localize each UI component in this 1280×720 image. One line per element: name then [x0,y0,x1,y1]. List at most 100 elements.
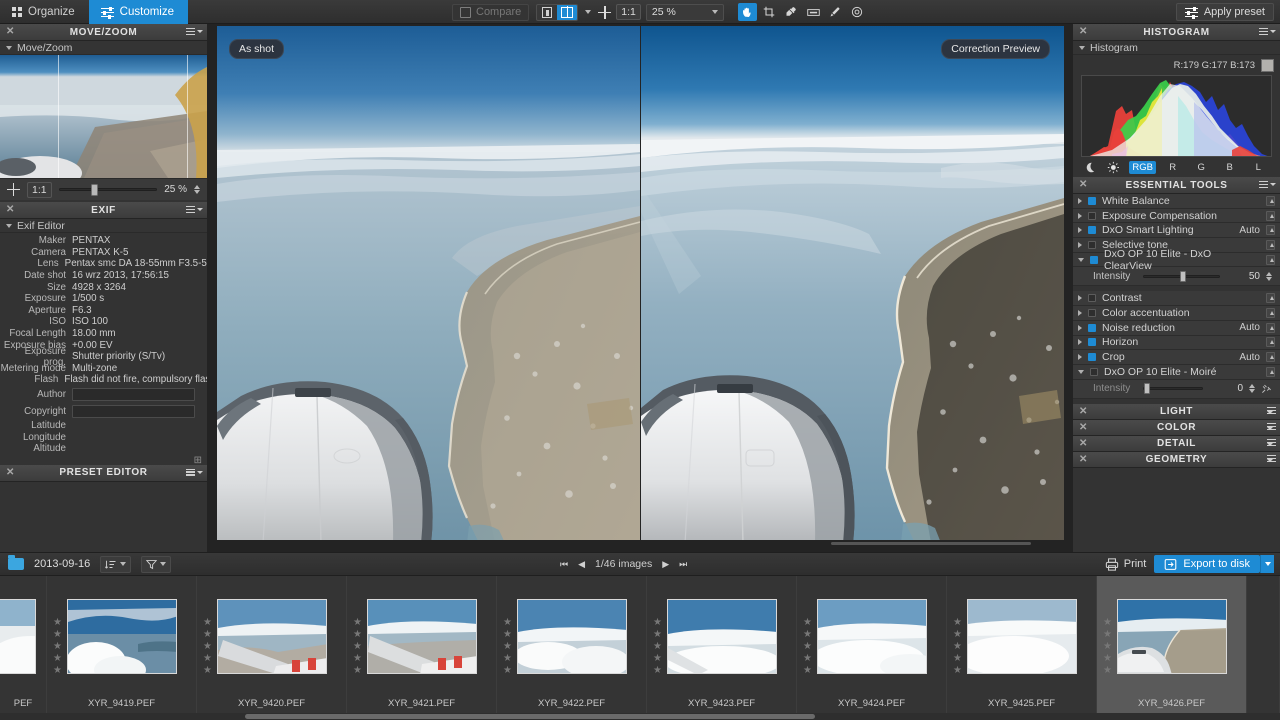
chevron-right-icon[interactable] [1078,227,1082,234]
move-icon[interactable] [7,183,20,196]
list-item[interactable]: ★ ★ ★ ★ ★ XYR_9422.PEF [497,576,647,713]
hand-tool[interactable] [737,3,757,21]
enable-checkbox[interactable] [1088,240,1096,249]
rating-stars[interactable]: ★ ★ ★ ★ ★ [803,618,812,676]
tool-row-white-balance[interactable]: White Balance [1073,194,1280,209]
hamburger-menu-icon[interactable] [186,468,203,476]
compare-button[interactable]: Compare [452,3,530,21]
list-item[interactable]: ★ ★ ★ ★ ★ XYR_9420.PEF [197,576,347,713]
zoom-level-select[interactable]: 25 % [645,3,724,21]
move-zoom-ratio[interactable]: 1:1 [27,181,52,198]
moon-icon[interactable] [1083,161,1096,174]
tool-row-color-accentuation[interactable]: Color accentuation [1073,306,1280,321]
reset-icon[interactable] [1266,254,1275,265]
chevron-right-icon[interactable] [1078,339,1082,346]
chevron-right-icon[interactable] [1078,324,1082,331]
slider-knob[interactable] [1180,270,1186,282]
enable-checkbox[interactable] [1088,323,1096,332]
enable-checkbox[interactable] [1088,211,1096,220]
rating-stars[interactable]: ★ ★ ★ ★ ★ [503,618,512,676]
chevron-right-icon[interactable] [1078,309,1082,316]
hamburger-menu-icon[interactable] [1267,454,1276,473]
histogram-channel-b[interactable]: B [1218,161,1242,174]
view-split-button[interactable] [557,4,578,20]
list-item[interactable]: ★ ★ ★ ★ ★ XYR_9421.PEF [347,576,497,713]
hamburger-menu-icon[interactable] [1259,181,1276,189]
image-viewer[interactable]: As shot Correction Preview [207,24,1073,552]
exif-author-input[interactable] [72,387,195,401]
reset-icon[interactable] [1266,307,1275,318]
histogram-channel-rgb[interactable]: RGB [1129,160,1156,174]
list-item[interactable]: ★ ★ ★ ★ ★ XYR_9426.PEF [1097,576,1247,713]
chevron-down-icon[interactable] [1078,257,1084,262]
reset-icon[interactable] [1266,352,1275,363]
prev-image-icon[interactable]: ◀ [578,559,585,570]
reset-icon[interactable] [1266,293,1275,304]
reset-icon[interactable] [1266,239,1275,250]
list-item[interactable]: ★ ★ ★ ★ ★ XYR_9423.PEF [647,576,797,713]
viewer-horizontal-scrollbar[interactable] [631,542,1073,546]
clearview-intensity-slider[interactable] [1143,270,1220,282]
move-zoom-stepper[interactable] [194,185,200,194]
tool-row-noise-reduction[interactable]: Noise reduction Auto [1073,320,1280,336]
move-zoom-slider[interactable] [58,184,158,196]
reset-icon[interactable] [1266,195,1275,206]
tool-row-crop[interactable]: Crop Auto [1073,350,1280,365]
reset-icon[interactable] [1266,337,1275,348]
enable-checkbox[interactable] [1090,255,1098,264]
chevron-right-icon[interactable] [1078,212,1082,219]
chevron-right-icon[interactable] [1078,295,1082,302]
hamburger-menu-icon[interactable] [186,206,203,214]
chevron-right-icon[interactable] [1078,354,1082,361]
move-zoom-crop-rect[interactable] [58,55,188,178]
export-to-disk-button[interactable]: Export to disk [1154,555,1260,573]
retouch-brush-tool[interactable] [826,3,845,21]
view-single-button[interactable] [537,5,557,20]
reset-icon[interactable] [1266,210,1275,221]
list-item[interactable]: ★ ★ ★ ★ ★ XYR_9425.PEF [947,576,1097,713]
close-icon[interactable]: ✕ [6,467,15,478]
mode-tab-customize[interactable]: Customize [88,0,188,24]
sun-icon[interactable] [1107,161,1120,174]
local-adjust-icon[interactable] [1261,383,1272,394]
rating-stars[interactable]: ★ ★ ★ ★ ★ [53,618,62,676]
enable-checkbox[interactable] [1088,353,1096,362]
reset-icon[interactable] [1266,366,1275,377]
hamburger-menu-icon[interactable] [1259,28,1276,36]
chevron-down-icon[interactable] [1078,369,1084,374]
rating-stars[interactable]: ★ ★ ★ ★ ★ [353,618,362,676]
reset-icon[interactable] [1266,322,1275,333]
clearview-stepper[interactable] [1266,271,1272,281]
close-icon[interactable]: ✕ [1079,422,1088,433]
export-options-button[interactable] [1260,555,1274,573]
filter-button[interactable] [141,555,172,573]
chevron-right-icon[interactable] [1078,197,1082,204]
viewer-scrollbar-thumb[interactable] [831,542,1031,545]
rating-stars[interactable]: ★ ★ ★ ★ ★ [1103,618,1112,676]
enable-checkbox[interactable] [1090,367,1098,376]
histogram-channel-g[interactable]: G [1189,161,1213,174]
hamburger-menu-icon[interactable] [186,28,203,36]
panel-geometry[interactable]: ✕ GEOMETRY [1073,451,1280,473]
print-button[interactable]: Print [1105,557,1146,571]
chevron-down-icon[interactable] [585,10,592,14]
last-image-icon[interactable]: ⏭ [679,559,687,570]
close-icon[interactable]: ✕ [1079,438,1088,449]
horizon-tool[interactable] [804,3,823,21]
exif-editor-section[interactable]: Exif Editor [0,219,207,233]
view-mode-segmented[interactable] [536,3,579,21]
exif-copyright-input[interactable] [72,404,195,418]
mode-tab-organize[interactable]: Organize [0,0,89,24]
list-item[interactable]: ★ ★ ★ ★ ★ XYR_9424.PEF [797,576,947,713]
move-icon[interactable] [598,5,612,19]
list-item[interactable]: PEF [0,576,47,713]
tool-row-horizon[interactable]: Horizon [1073,335,1280,351]
enable-checkbox[interactable] [1088,294,1096,303]
enable-checkbox[interactable] [1088,226,1096,235]
close-icon[interactable]: ✕ [6,27,15,37]
close-icon[interactable]: ✕ [6,205,15,215]
move-zoom-slider-knob[interactable] [91,184,99,196]
first-image-icon[interactable]: ⏮ [560,559,568,570]
viewer-pane-as-shot[interactable]: As shot [217,26,640,540]
histogram-channel-l[interactable]: L [1246,161,1270,174]
